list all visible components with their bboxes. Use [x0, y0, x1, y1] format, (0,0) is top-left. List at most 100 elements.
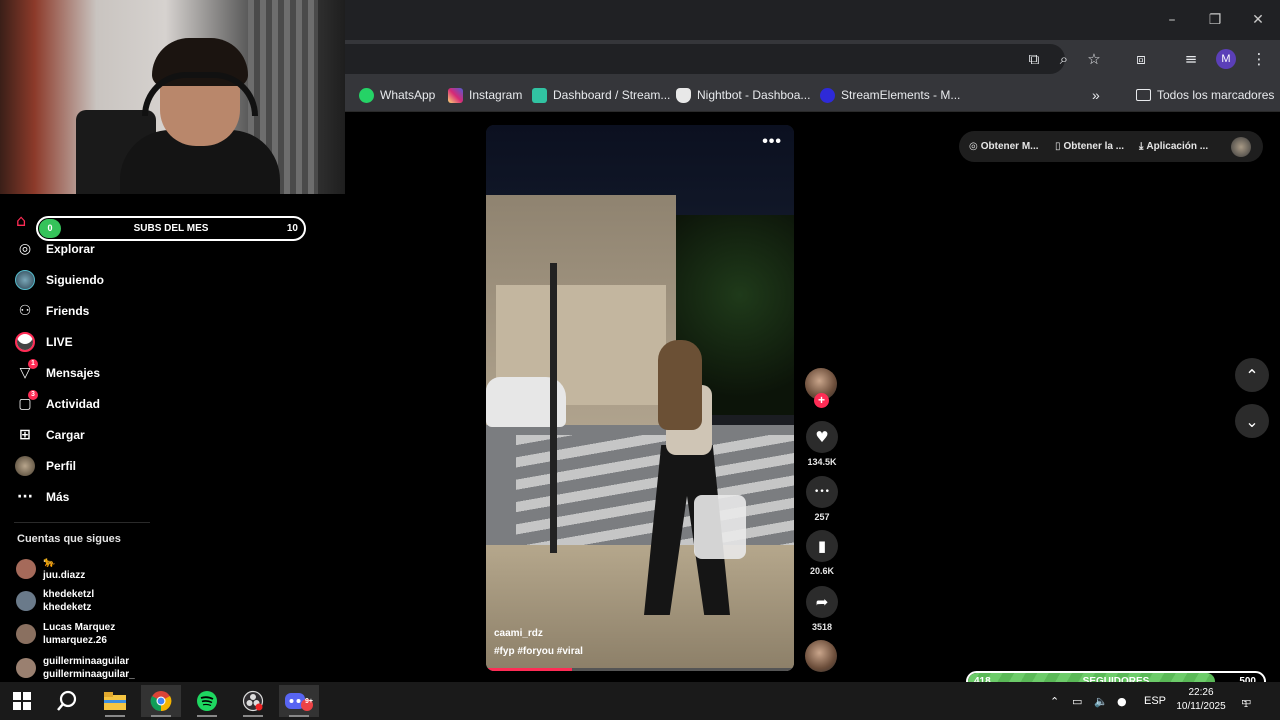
nav-label: Más [46, 490, 70, 504]
nav-label: Mensajes [46, 366, 101, 380]
friends-icon: ⚇ [18, 303, 32, 319]
search-icon[interactable] [47, 685, 87, 717]
nav-explorar[interactable]: ◎ Explorar [14, 237, 95, 261]
nav-label: Perfil [46, 459, 77, 473]
share-action[interactable]: ➦ 3518 [805, 586, 839, 632]
network-icon[interactable]: ▭ [1072, 682, 1082, 720]
bookmark-label: StreamElements - M... [841, 88, 961, 102]
nav-live[interactable]: LIVE [14, 330, 73, 354]
nav-mensajes[interactable]: ▽ 1 Mensajes [14, 359, 101, 385]
activity-icon: ▢ 3 [14, 390, 38, 415]
account-handle: lumarquez.26 [43, 635, 107, 646]
comment-action[interactable]: ••• 257 [805, 476, 839, 522]
bookmark-whatsapp[interactable]: WhatsApp [359, 86, 435, 104]
bookmark-label: Nightbot - Dashboa... [697, 88, 811, 102]
get-app-label: Obtener la ... [1063, 141, 1125, 152]
star-icon[interactable]: ☆ [1084, 49, 1104, 69]
cast-icon[interactable]: ⧉ [1024, 49, 1044, 69]
bookmark-label: WhatsApp [380, 88, 436, 102]
next-video-button[interactable]: ⌄ [1235, 404, 1269, 438]
video-progress-bar[interactable] [486, 668, 794, 671]
windows-icon[interactable] [2, 685, 42, 717]
desktop-app-label: Aplicación ... [1146, 141, 1209, 152]
minimize-button[interactable]: – [1162, 10, 1182, 30]
video-more-button[interactable]: ••• [762, 133, 782, 151]
whatsapp-icon [359, 87, 374, 103]
address-bar[interactable] [345, 44, 1065, 74]
profile-avatar[interactable]: M [1216, 49, 1236, 69]
browser-toolbar: ⧉ ⌕ ☆ ⧈ ≡ M ⋮ [345, 40, 1280, 78]
webcam-overlay [0, 0, 345, 194]
account-name: 🐆 [43, 557, 56, 568]
nav-actividad[interactable]: ▢ 3 Actividad [14, 390, 101, 416]
account-handle: guillerminaaguilar_ [43, 669, 135, 680]
follow-button[interactable]: + [814, 393, 829, 408]
following-account[interactable]: khedeketzl khedeketz [16, 588, 94, 614]
following-account[interactable]: guillerminaaguilar guillerminaaguilar_ [16, 655, 135, 681]
obs-icon[interactable] [233, 685, 273, 717]
zoom-icon[interactable]: ⌕ [1054, 49, 1074, 69]
video-hashtags[interactable]: #fyp #foryou #viral [494, 646, 583, 657]
bookmark-nightbot[interactable]: Nightbot - Dashboa... [676, 86, 810, 104]
restore-button[interactable]: ❐ [1205, 10, 1225, 30]
comment-icon: ••• [806, 476, 838, 508]
bookmark-streamelements[interactable]: StreamElements - M... [820, 86, 960, 104]
nav-siguiendo[interactable]: Siguiendo [14, 268, 104, 292]
user-avatar[interactable] [1231, 137, 1251, 157]
media-icon[interactable]: ≡ [1181, 49, 1201, 69]
avatar-icon [14, 269, 36, 291]
bookmark-instagram[interactable]: Instagram [448, 86, 522, 104]
nav-label: Explorar [46, 242, 95, 256]
video-player[interactable]: ••• caami_rdz #fyp #foryou #viral [486, 125, 794, 671]
folder-icon [1136, 89, 1151, 101]
bookmark-label: Dashboard / Stream... [553, 88, 671, 102]
home-icon[interactable]: ⌂ [16, 211, 26, 230]
bookmark-action[interactable]: ▮ 20.6K [805, 530, 839, 576]
upload-icon: ⊞ [19, 427, 31, 443]
sound-avatar[interactable] [805, 640, 837, 672]
nav-mas[interactable]: ··· Más [14, 485, 69, 509]
coin-icon: ◎ [969, 141, 978, 152]
more-icon: ··· [17, 489, 33, 505]
menu-icon[interactable]: ⋮ [1249, 49, 1269, 69]
volume-icon[interactable]: 🔈 [1094, 682, 1108, 720]
clock-time: 22:26 [1188, 687, 1214, 698]
bookmarks-overflow-button[interactable]: » [1092, 86, 1100, 104]
browser-titlebar: – ❐ ✕ [345, 0, 1280, 40]
notifications-button[interactable]: ▭ 1 [1241, 682, 1251, 720]
account-handle: khedeketz [43, 602, 92, 613]
discord-icon[interactable]: 9+ [279, 685, 319, 717]
get-coins-button[interactable]: ◎ Obtener M... [969, 131, 1039, 162]
nav-perfil[interactable]: Perfil [14, 454, 76, 478]
file-explorer-icon[interactable] [95, 685, 135, 717]
chevron-up-icon: ⌃ [1245, 365, 1259, 385]
all-bookmarks-button[interactable]: Todos los marcadores [1136, 86, 1274, 104]
like-action[interactable]: ♥ 134.5K [805, 421, 839, 467]
live-icon [14, 331, 36, 353]
spotify-icon[interactable] [187, 685, 227, 717]
extensions-icon[interactable]: ⧈ [1131, 49, 1151, 69]
nav-cargar[interactable]: ⊞ Cargar [14, 423, 85, 447]
subs-goal-target: 10 [286, 223, 298, 234]
discord-badge: 9+ [305, 698, 313, 705]
all-bookmarks-label: Todos los marcadores [1157, 88, 1275, 102]
video-progress-fill [486, 668, 573, 671]
nav-friends[interactable]: ⚇ Friends [14, 299, 90, 323]
system-clock[interactable]: 22:26 10/11/2025 [1168, 686, 1234, 714]
following-account[interactable]: Lucas Marquez lumarquez.26 [16, 621, 115, 647]
video-author[interactable]: caami_rdz [494, 628, 543, 639]
language-indicator[interactable]: ESP [1144, 682, 1166, 720]
nav-label: Actividad [46, 397, 101, 411]
microphone-icon[interactable]: ● [1117, 682, 1127, 720]
download-icon: ⤓ [1139, 141, 1144, 152]
desktop-app-button[interactable]: ⤓ Aplicación ... [1139, 131, 1208, 162]
send-icon: ▽ 1 [14, 359, 38, 384]
previous-video-button[interactable]: ⌃ [1235, 358, 1269, 392]
like-count: 134.5K [807, 457, 837, 467]
get-app-button[interactable]: ▯ Obtener la ... [1055, 131, 1124, 162]
following-account[interactable]: 🐆 juu.diazz [16, 556, 85, 582]
chrome-icon[interactable] [141, 685, 181, 717]
show-hidden-icons-button[interactable]: ⌃ [1050, 682, 1059, 720]
close-button[interactable]: ✕ [1248, 10, 1268, 30]
bookmark-streamlabs[interactable]: Dashboard / Stream... [532, 86, 670, 104]
